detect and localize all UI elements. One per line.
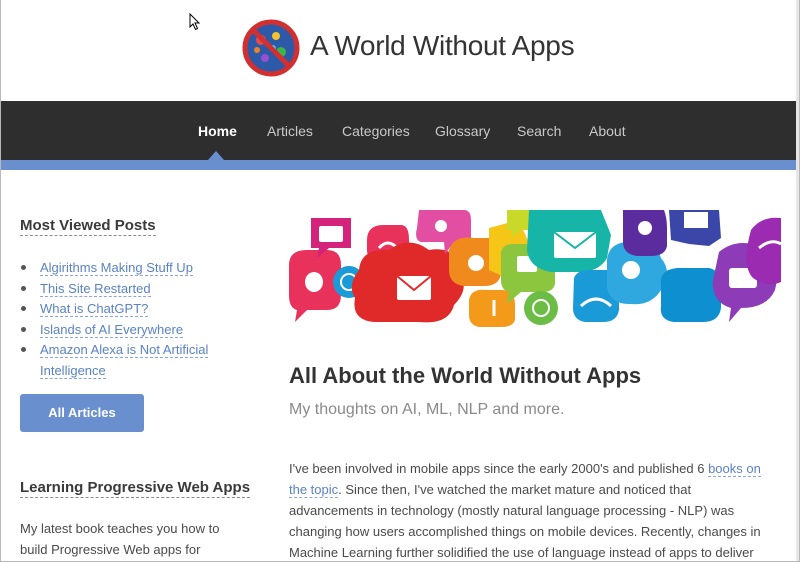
list-item: What is ChatGPT?: [20, 299, 245, 320]
list-item: Islands of AI Everywhere: [20, 320, 245, 341]
no-apps-logo-icon[interactable]: [241, 18, 301, 78]
list-item: Algirithms Making Stuff Up: [20, 258, 245, 279]
most-viewed-posts-list: Algirithms Making Stuff Up This Site Res…: [20, 258, 245, 381]
learning-pwa-title[interactable]: Learning Progressive Web Apps: [20, 479, 251, 498]
main-navigation: Home Articles Categories Glossary Search…: [1, 101, 799, 160]
intro-text-rest: . Since then, I've watched the market ma…: [289, 482, 761, 560]
list-item: This Site Restarted: [20, 279, 245, 300]
nav-item-home[interactable]: Home: [198, 123, 237, 139]
list-item: Amazon Alexa is Not Artificial Intellige…: [20, 340, 245, 381]
post-link-algorithms[interactable]: Algirithms Making Stuff Up: [40, 260, 193, 276]
post-link-islands-of-ai[interactable]: Islands of AI Everywhere: [40, 321, 184, 338]
site-header: A World Without Apps: [1, 0, 799, 101]
hero-bubbles: [289, 210, 781, 327]
active-nav-indicator: [208, 151, 224, 160]
nav-item-categories[interactable]: Categories: [342, 123, 410, 139]
book-description: My latest book teaches you how to build …: [20, 521, 220, 557]
browser-viewport: A World Without Apps Home Articles Categ…: [0, 0, 800, 562]
most-viewed-posts-title: Most Viewed Posts: [20, 217, 156, 236]
all-articles-button[interactable]: All Articles: [20, 394, 144, 432]
app-icons-hero-image: [289, 210, 781, 327]
nav-item-search[interactable]: Search: [517, 123, 561, 139]
site-title[interactable]: A World Without Apps: [310, 30, 575, 62]
page-title: All About the World Without Apps: [289, 363, 642, 388]
nav-accent-band: [1, 160, 799, 170]
page-subtitle: My thoughts on AI, ML, NLP and more.: [289, 401, 565, 418]
nav-item-about[interactable]: About: [589, 123, 626, 139]
post-link-chatgpt[interactable]: What is ChatGPT?: [40, 301, 149, 317]
intro-text-start: I've been involved in mobile apps since …: [289, 461, 709, 476]
intro-paragraph: I've been involved in mobile apps since …: [289, 458, 769, 561]
post-link-amazon-alexa[interactable]: Amazon Alexa is Not Artificial Intellige…: [40, 342, 209, 379]
post-link-site-restarted[interactable]: This Site Restarted: [40, 280, 151, 297]
mouse-cursor-icon: [189, 13, 201, 31]
nav-item-articles[interactable]: Articles: [267, 123, 313, 139]
nav-item-glossary[interactable]: Glossary: [435, 123, 490, 139]
vertical-scrollbar[interactable]: [796, 0, 799, 561]
